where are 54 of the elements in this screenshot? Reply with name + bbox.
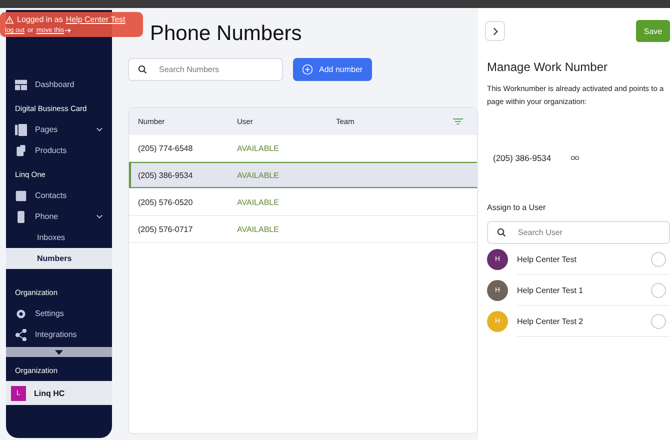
contacts-icon (15, 190, 27, 202)
user-name: Help Center Test 1 (517, 286, 584, 294)
phone-number-cell-text: (205) 576-0717 (137, 224, 194, 234)
user-link[interactable]: Help Center Test (66, 15, 126, 24)
phone-number-cell-text: (205) 774-6548 (137, 144, 194, 152)
sidebar-item[interactable]: Integrations (6, 324, 112, 345)
scroll-down-bar[interactable] (6, 347, 112, 357)
plus-circle-icon (302, 64, 313, 75)
search-field[interactable]: Search Numbers (128, 58, 283, 81)
triangle-down-icon (55, 350, 63, 354)
collapse-panel-button[interactable] (485, 21, 505, 41)
chevron-right-icon (492, 26, 498, 36)
sidebar-item[interactable]: Contacts (6, 185, 112, 206)
add-number-button[interactable]: Add number (293, 58, 372, 81)
panel-title: Manage Work Number (487, 60, 608, 74)
user-name: Help Center Test 2 (517, 316, 584, 326)
phone-number-cell-text: (205) 576-0520 (137, 198, 194, 206)
warning-icon (5, 16, 14, 24)
banner-text: Logged in as (17, 15, 63, 24)
phone-icon (15, 210, 27, 222)
page-title: Phone Numbers (150, 22, 303, 47)
radio-button[interactable] (651, 282, 666, 298)
dashboard-icon (15, 78, 27, 90)
link-icon[interactable] (571, 156, 580, 160)
sidebar-subitem[interactable]: Inboxes (6, 227, 112, 248)
table-row[interactable]: (205) 386-9534 AVAILABLE (129, 162, 477, 189)
user-status-cell-text: AVAILABLE (237, 224, 280, 234)
sidebar-item[interactable]: Settings (6, 303, 112, 324)
sidebar-item[interactable]: Pages (6, 119, 112, 140)
radio-button[interactable] (651, 252, 666, 266)
pages-icon (15, 124, 27, 136)
user-status-cell-text: AVAILABLE (237, 198, 280, 206)
radio-button[interactable] (651, 314, 666, 328)
search-icon (497, 228, 506, 237)
filter-icon[interactable] (453, 118, 463, 125)
sidebar-item[interactable]: Products (6, 140, 112, 161)
user-status-cell-text: AVAILABLE (237, 144, 280, 152)
sidebar-subitem[interactable]: Numbers (6, 248, 112, 269)
table-row[interactable]: (205) 576-0520 AVAILABLE (129, 189, 477, 216)
user-name: Help Center Test (517, 254, 576, 264)
share-icon (15, 328, 27, 340)
organization-name: Linq HC (34, 388, 65, 398)
user-status-cell-text: AVAILABLE (237, 170, 280, 180)
arrow-right-icon (65, 28, 72, 33)
search-field[interactable]: Search User (487, 221, 670, 244)
assign-label: Assign to a User (487, 203, 547, 212)
sidebar-item[interactable]: Dashboard (6, 74, 112, 95)
search-icon (138, 65, 147, 74)
phone-number-cell-text: (205) 386-9534 (137, 170, 194, 180)
sidebar-item[interactable]: Phone (6, 206, 112, 227)
table-row[interactable]: (205) 576-0717 AVAILABLE (129, 216, 477, 243)
settings-icon (15, 308, 27, 320)
products-icon (15, 144, 27, 156)
work-number: (205) 386-9534 (493, 153, 552, 163)
